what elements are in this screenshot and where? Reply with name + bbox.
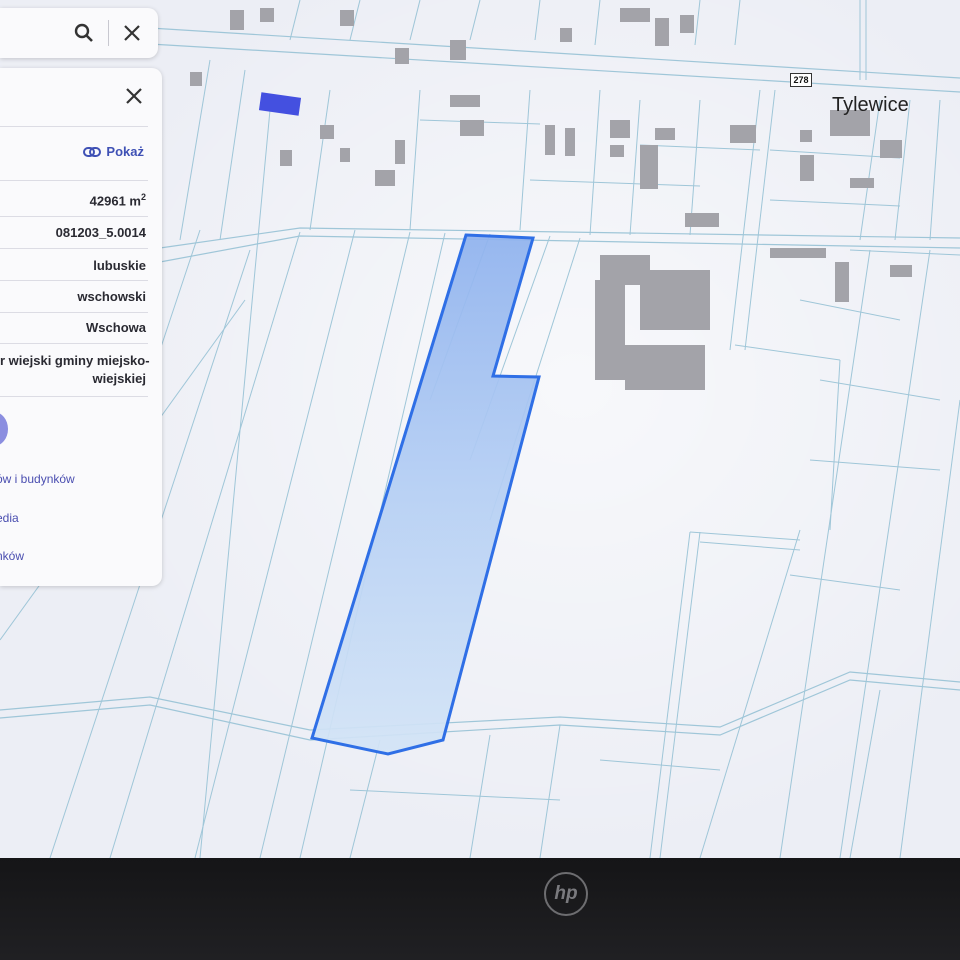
municipality-value: Wschowa (86, 320, 146, 335)
link-icon (83, 146, 102, 157)
hp-logo: hp (544, 872, 588, 916)
map-screen: 278 Tylewice Pokaż 42961 m2 081203_5.001… (0, 0, 960, 858)
place-label: Tylewice (832, 94, 909, 116)
divider (0, 312, 148, 313)
divider (0, 248, 148, 249)
status-indicator (0, 412, 8, 446)
municipality-type-line2: wiejskiej (92, 371, 146, 386)
divider (0, 180, 148, 181)
voivodeship-value: lubuskie (93, 258, 146, 273)
link-buildings[interactable]: ów i budynków (0, 472, 75, 486)
divider (0, 126, 148, 127)
divider (0, 396, 148, 397)
laptop-bezel (0, 858, 960, 960)
parcel-info-panel: Pokaż 42961 m2 081203_5.0014 lubuskie ws… (0, 68, 162, 586)
close-icon[interactable] (122, 84, 146, 108)
search-bar (0, 8, 158, 58)
divider (0, 343, 148, 344)
divider (0, 216, 148, 217)
road-number-badge: 278 (790, 73, 812, 87)
link-owners[interactable]: nków (0, 549, 24, 563)
show-button[interactable]: Pokaż (83, 144, 144, 159)
county-value: wschowski (77, 289, 146, 304)
divider (108, 20, 109, 46)
municipality-type-line1: r wiejski gminy miejsko- (0, 353, 150, 368)
search-icon[interactable] (72, 21, 96, 45)
area-value: 42961 m2 (89, 192, 146, 209)
show-label: Pokaż (106, 144, 144, 159)
divider (0, 280, 148, 281)
close-icon[interactable] (120, 21, 144, 45)
parcel-id: 081203_5.0014 (55, 225, 146, 240)
link-media[interactable]: edia (0, 511, 19, 525)
